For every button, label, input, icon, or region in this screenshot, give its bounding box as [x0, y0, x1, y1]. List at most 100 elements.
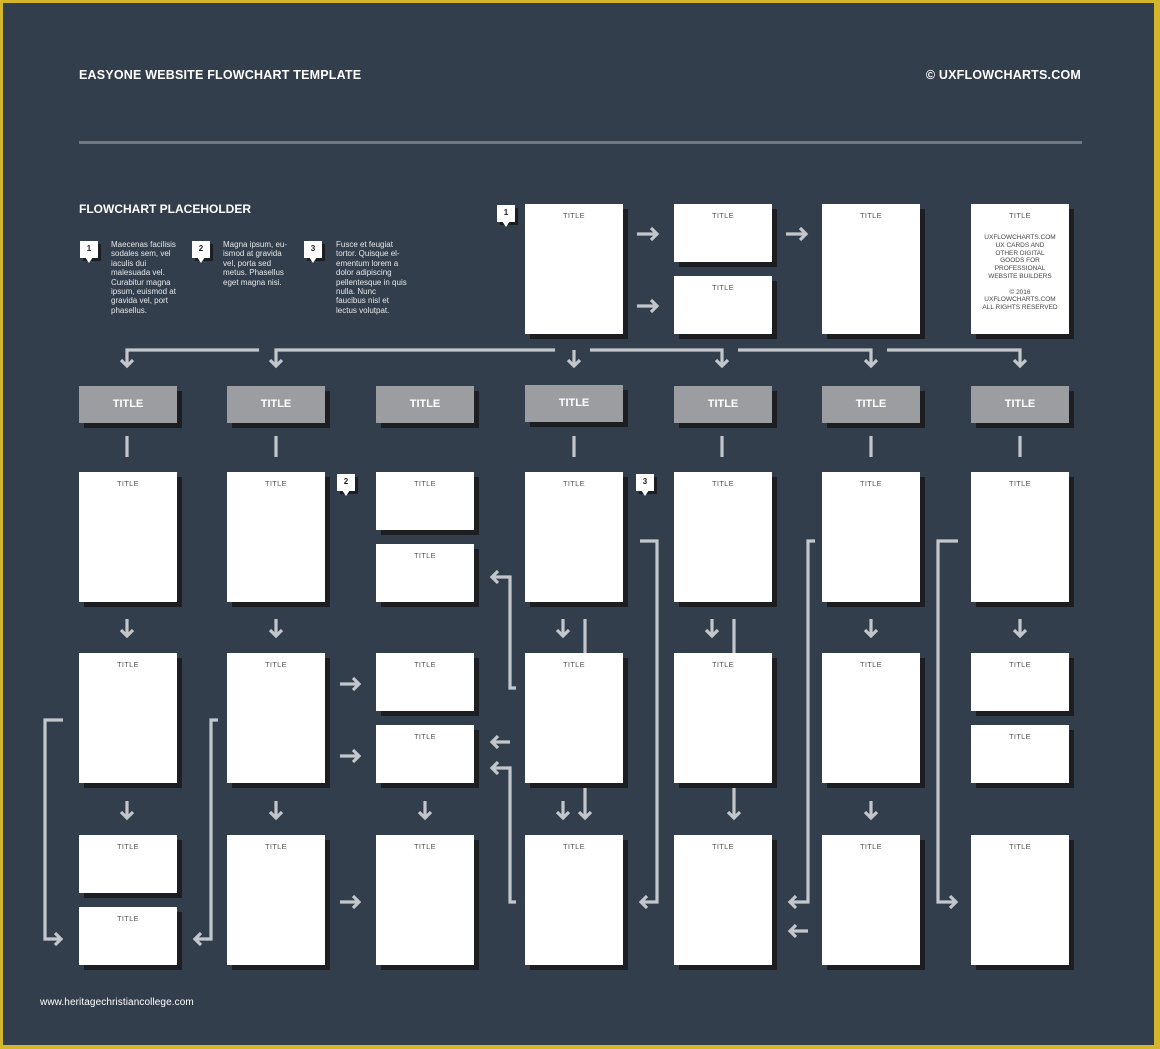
- arrow-right-icon: [786, 226, 809, 242]
- info-card[interactable]: TITLE UXFLOWCHARTS.COM UX CARDS AND OTHE…: [971, 204, 1069, 334]
- legend-note-2: Magna ipsum, eu-ismod at gravida vel, po…: [223, 240, 288, 287]
- flow-marker-2: 2: [337, 474, 355, 496]
- page-card[interactable]: TITLE: [227, 835, 325, 965]
- card-title: TITLE: [414, 479, 436, 488]
- section-card-1[interactable]: TITLE: [79, 386, 177, 423]
- arrow-down-icon: [577, 788, 593, 821]
- section-card-4[interactable]: TITLE: [525, 385, 623, 422]
- page-card[interactable]: TITLE: [79, 653, 177, 783]
- card-title: TITLE: [414, 842, 436, 851]
- card-title: TITLE: [1009, 660, 1031, 669]
- card-title: TITLE: [712, 842, 734, 851]
- section-card-5[interactable]: TITLE: [674, 386, 772, 423]
- card-title: TITLE: [414, 551, 436, 560]
- page-card[interactable]: TITLE: [376, 472, 474, 530]
- section-card-3[interactable]: TITLE: [376, 386, 474, 423]
- page-card[interactable]: TITLE: [822, 653, 920, 783]
- loop-connector: [489, 569, 516, 690]
- section-card-2[interactable]: TITLE: [227, 386, 325, 423]
- copyright-text: © UXFLOWCHARTS.COM: [925, 68, 1081, 82]
- arrow-down-icon: [1012, 619, 1028, 639]
- page-card[interactable]: TITLE: [822, 835, 920, 965]
- flow-marker-3: 3: [636, 474, 654, 496]
- page-card[interactable]: TITLE: [674, 653, 772, 783]
- branch-connector: [119, 348, 259, 369]
- page-card[interactable]: TITLE: [674, 835, 772, 965]
- page-card[interactable]: TITLE: [971, 835, 1069, 965]
- loop-connector: [43, 718, 64, 947]
- legend-marker-1: 1: [80, 241, 98, 263]
- card-title: TITLE: [117, 660, 139, 669]
- arrow-down-icon: [268, 619, 284, 639]
- legend-note-3: Fusce et feugiat tortor. Quisque el-emen…: [336, 240, 407, 315]
- card-title: TITLE: [414, 660, 436, 669]
- arrow-down-icon: [555, 801, 571, 821]
- loop-connector: [787, 539, 815, 910]
- arrow-right-icon: [637, 226, 660, 242]
- legend-marker-3: 3: [304, 241, 322, 263]
- page-card[interactable]: TITLE: [525, 835, 623, 965]
- arrow-right-icon: [340, 894, 362, 910]
- arrow-down-icon: [863, 619, 879, 639]
- branch-connector: [566, 350, 582, 369]
- page-card[interactable]: TITLE: [971, 472, 1069, 602]
- card-title: TITLE: [860, 842, 882, 851]
- card-title: TITLE: [860, 479, 882, 488]
- branch-connector: [590, 348, 730, 369]
- page-card[interactable]: TITLE: [227, 472, 325, 602]
- section-card-6[interactable]: TITLE: [822, 386, 920, 423]
- page-card[interactable]: TITLE: [525, 472, 623, 602]
- page-card[interactable]: TITLE: [376, 725, 474, 783]
- page-card[interactable]: TITLE: [376, 653, 474, 711]
- page-card[interactable]: TITLE: [376, 544, 474, 602]
- page-card[interactable]: TITLE: [674, 472, 772, 602]
- top-card-2b[interactable]: TITLE: [674, 276, 772, 334]
- arrow-down-icon: [863, 801, 879, 821]
- arrow-right-icon: [637, 298, 660, 314]
- page-card[interactable]: TITLE: [79, 472, 177, 602]
- card-title: TITLE: [414, 732, 436, 741]
- flowchart-canvas: EASYONE WEBSITE FLOWCHART TEMPLATE © UXF…: [3, 3, 1154, 1045]
- arrow-left-icon: [489, 734, 510, 750]
- card-title: TITLE: [1009, 211, 1031, 220]
- home-page-card[interactable]: TITLE: [525, 204, 623, 334]
- loop-connector: [638, 539, 659, 910]
- card-title: TITLE: [563, 479, 585, 488]
- loop-connector: [192, 718, 218, 947]
- page-card[interactable]: TITLE: [822, 472, 920, 602]
- section-card-7[interactable]: TITLE: [971, 386, 1069, 423]
- top-card-3[interactable]: TITLE: [822, 204, 920, 334]
- card-title: TITLE: [712, 479, 734, 488]
- card-title: TITLE: [117, 842, 139, 851]
- page-card[interactable]: TITLE: [376, 835, 474, 965]
- branch-connector: [268, 348, 555, 369]
- watermark: www.heritagechristiancollege.com: [40, 997, 194, 1008]
- arrow-down-icon: [726, 788, 742, 821]
- card-title: TITLE: [860, 660, 882, 669]
- card-title: TITLE: [265, 660, 287, 669]
- card-title: TITLE: [563, 842, 585, 851]
- arrow-down-icon: [268, 801, 284, 821]
- page-card[interactable]: TITLE: [79, 835, 177, 893]
- page-card[interactable]: TITLE: [971, 653, 1069, 711]
- loop-connector: [489, 760, 516, 904]
- card-title: TITLE: [1009, 479, 1031, 488]
- card-title: TITLE: [563, 211, 585, 220]
- page-card[interactable]: TITLE: [971, 725, 1069, 783]
- arrow-down-icon: [417, 801, 433, 821]
- page-card[interactable]: TITLE: [525, 653, 623, 783]
- info-card-body: UXFLOWCHARTS.COM UX CARDS AND OTHER DIGI…: [982, 234, 1058, 312]
- card-title: TITLE: [860, 211, 882, 220]
- legend-marker-2: 2: [192, 241, 210, 263]
- page-card[interactable]: TITLE: [79, 907, 177, 965]
- card-title: TITLE: [712, 660, 734, 669]
- arrow-down-icon: [704, 619, 720, 639]
- top-card-2a[interactable]: TITLE: [674, 204, 772, 262]
- branch-connector: [887, 348, 1028, 369]
- legend-title: FLOWCHART PLACEHOLDER: [79, 202, 251, 216]
- page-card[interactable]: TITLE: [227, 653, 325, 783]
- document-title: EASYONE WEBSITE FLOWCHART TEMPLATE: [79, 68, 362, 82]
- card-title: TITLE: [265, 479, 287, 488]
- arrow-down-icon: [555, 619, 571, 639]
- arrow-left-icon: [787, 923, 808, 939]
